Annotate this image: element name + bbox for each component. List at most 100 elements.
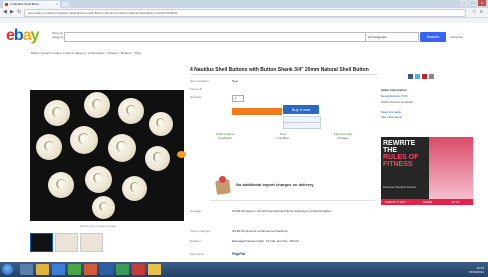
import-charges-value: US $0.00 (amount confirmed at checkout) xyxy=(232,229,288,233)
thumbnail-1[interactable] xyxy=(30,233,53,252)
close-window-button[interactable]: × xyxy=(478,0,486,6)
main-product-image[interactable] xyxy=(30,90,184,221)
buy-now-button[interactable]: Buy it now xyxy=(283,105,319,114)
shell-button xyxy=(118,98,144,124)
ad-fit-in[interactable]: FIT IN xyxy=(451,200,459,204)
condition-value: New xyxy=(232,79,239,83)
postage-label: Postage: xyxy=(190,209,202,213)
back-icon[interactable]: ◀ xyxy=(3,9,7,15)
excel-icon[interactable] xyxy=(116,264,129,275)
taskbar-app-icon[interactable] xyxy=(132,264,145,275)
divider xyxy=(190,74,378,75)
bookmarks-bar xyxy=(0,18,488,23)
seller-feedback: 100% Positive feedback xyxy=(381,100,414,104)
browser-tab[interactable]: 4 Nautilus Shell Butto... × xyxy=(3,1,60,8)
tab-strip xyxy=(0,0,488,8)
shell-button xyxy=(84,92,110,118)
shell-button xyxy=(48,172,74,198)
thumbnail-3[interactable] xyxy=(80,233,103,252)
stat-feedback-label: Feedback xyxy=(218,136,232,140)
stat-condition-label: Condition xyxy=(276,136,290,140)
watch-button[interactable] xyxy=(283,122,321,129)
parcel-icon xyxy=(215,179,231,195)
see-other-items-link[interactable]: See other items xyxy=(381,115,402,119)
stat-feedback: 100% positive Feedback xyxy=(200,132,250,140)
no-import-charges: No additional import charges on delivery xyxy=(236,182,314,187)
ad-cta-bar: CHECK IT OUT MORE FIT IN xyxy=(381,199,473,205)
seller-name[interactable]: beautybuttons (713) xyxy=(381,94,408,98)
advertisement-banner[interactable]: REWRITE THE RULES OF FITNESS Discover Re… xyxy=(381,137,473,205)
url-input[interactable]: www.ebay.co.uk/itm/4-Nautilus-Shell-Butt… xyxy=(24,9,466,17)
pinterest-icon[interactable] xyxy=(422,74,427,79)
new-tab-button[interactable] xyxy=(62,2,69,7)
shell-button xyxy=(70,126,98,154)
minimize-button[interactable]: – xyxy=(460,0,468,6)
stat-condition: New Condition xyxy=(258,132,308,140)
shell-button xyxy=(145,146,170,171)
shell-button xyxy=(92,196,115,219)
url-text: www.ebay.co.uk/itm/4-Nautilus-Shell-Butt… xyxy=(28,11,178,15)
ad-more[interactable]: MORE xyxy=(423,200,432,204)
time-left-label: Time left: xyxy=(190,87,203,91)
window-controls: – □ × xyxy=(460,0,486,7)
category-label: All Categories xyxy=(368,35,387,39)
paypal-logo: PayPal xyxy=(232,251,246,256)
ad-photo xyxy=(429,137,473,199)
shell-button xyxy=(108,134,136,162)
reload-icon[interactable]: ↻ xyxy=(17,9,21,15)
shell-button xyxy=(36,134,62,160)
import-charges-label: Import charges: xyxy=(190,229,211,233)
delivery-value: Estimated between Mon. 10 Feb. and Tue. … xyxy=(232,239,300,243)
clock-date: 07/02/2014 xyxy=(468,270,484,274)
taskbar-app-icon[interactable] xyxy=(68,264,81,275)
delivery-label: Delivery: xyxy=(190,239,202,243)
thumbnail-2[interactable] xyxy=(55,233,78,252)
shell-button xyxy=(149,112,173,136)
quantity-value: 1 xyxy=(235,96,237,100)
email-icon[interactable] xyxy=(429,74,434,79)
breadcrumb[interactable]: Back to search results | Listed in categ… xyxy=(31,51,141,55)
search-button[interactable]: Search xyxy=(420,32,446,42)
quantity-input[interactable]: 1 xyxy=(232,95,244,102)
shell-button xyxy=(85,166,112,193)
menu-icon[interactable]: ≡ xyxy=(480,9,483,15)
tab-title: 4 Nautilus Shell Butto... xyxy=(10,2,42,6)
twitter-icon[interactable] xyxy=(415,74,420,79)
stat-postage: Fast and safe Postage xyxy=(318,132,368,140)
shop-by-category[interactable]: Shop by category xyxy=(52,31,64,39)
price-highlight xyxy=(232,108,282,115)
facebook-icon[interactable] xyxy=(408,74,413,79)
start-button[interactable] xyxy=(2,264,13,275)
promo-icon xyxy=(177,151,186,158)
word-icon[interactable] xyxy=(100,264,113,275)
condition-label: Item condition: xyxy=(190,79,210,83)
postage-value: US $9.99 (approx. £6.23) International P… xyxy=(232,209,332,213)
ad-subtitle: Discover Reebok Fitness xyxy=(383,185,417,189)
chrome-icon[interactable] xyxy=(148,264,161,275)
ad-headline: REWRITE THE RULES OF FITNESS xyxy=(383,140,419,168)
stat-postage-label: Postage xyxy=(337,136,349,140)
advanced-search-link[interactable]: Advanced xyxy=(450,35,463,39)
taskbar-app-icon[interactable] xyxy=(20,264,33,275)
search-input[interactable] xyxy=(64,32,366,42)
taskbar-app-icon[interactable] xyxy=(84,264,97,275)
ebay-favicon-icon xyxy=(5,3,8,6)
folder-icon[interactable] xyxy=(36,264,49,275)
seller-heading: Seller information xyxy=(381,88,407,92)
tab-close-icon[interactable]: × xyxy=(56,2,58,6)
star-icon[interactable]: ☆ xyxy=(472,9,476,15)
shell-button xyxy=(122,176,147,201)
maximize-button[interactable]: □ xyxy=(469,0,477,6)
system-clock[interactable]: 16:34 07/02/2014 xyxy=(440,266,484,274)
ad-check-it-out[interactable]: CHECK IT OUT xyxy=(385,200,406,204)
item-title: 4 Nautilus Shell Buttons with Button Sha… xyxy=(190,67,369,73)
save-seller-link[interactable]: Save this seller xyxy=(381,110,401,114)
zoom-hint: Mouse over image to zoom xyxy=(80,224,117,228)
forward-icon[interactable]: ▶ xyxy=(10,9,14,15)
category-select[interactable]: All Categories xyxy=(365,32,419,42)
payments-label: Payments: xyxy=(190,252,205,256)
divider xyxy=(210,200,376,201)
browser-icon[interactable] xyxy=(52,264,65,275)
shell-button xyxy=(44,100,70,126)
ebay-logo[interactable]: ebay xyxy=(6,27,39,45)
